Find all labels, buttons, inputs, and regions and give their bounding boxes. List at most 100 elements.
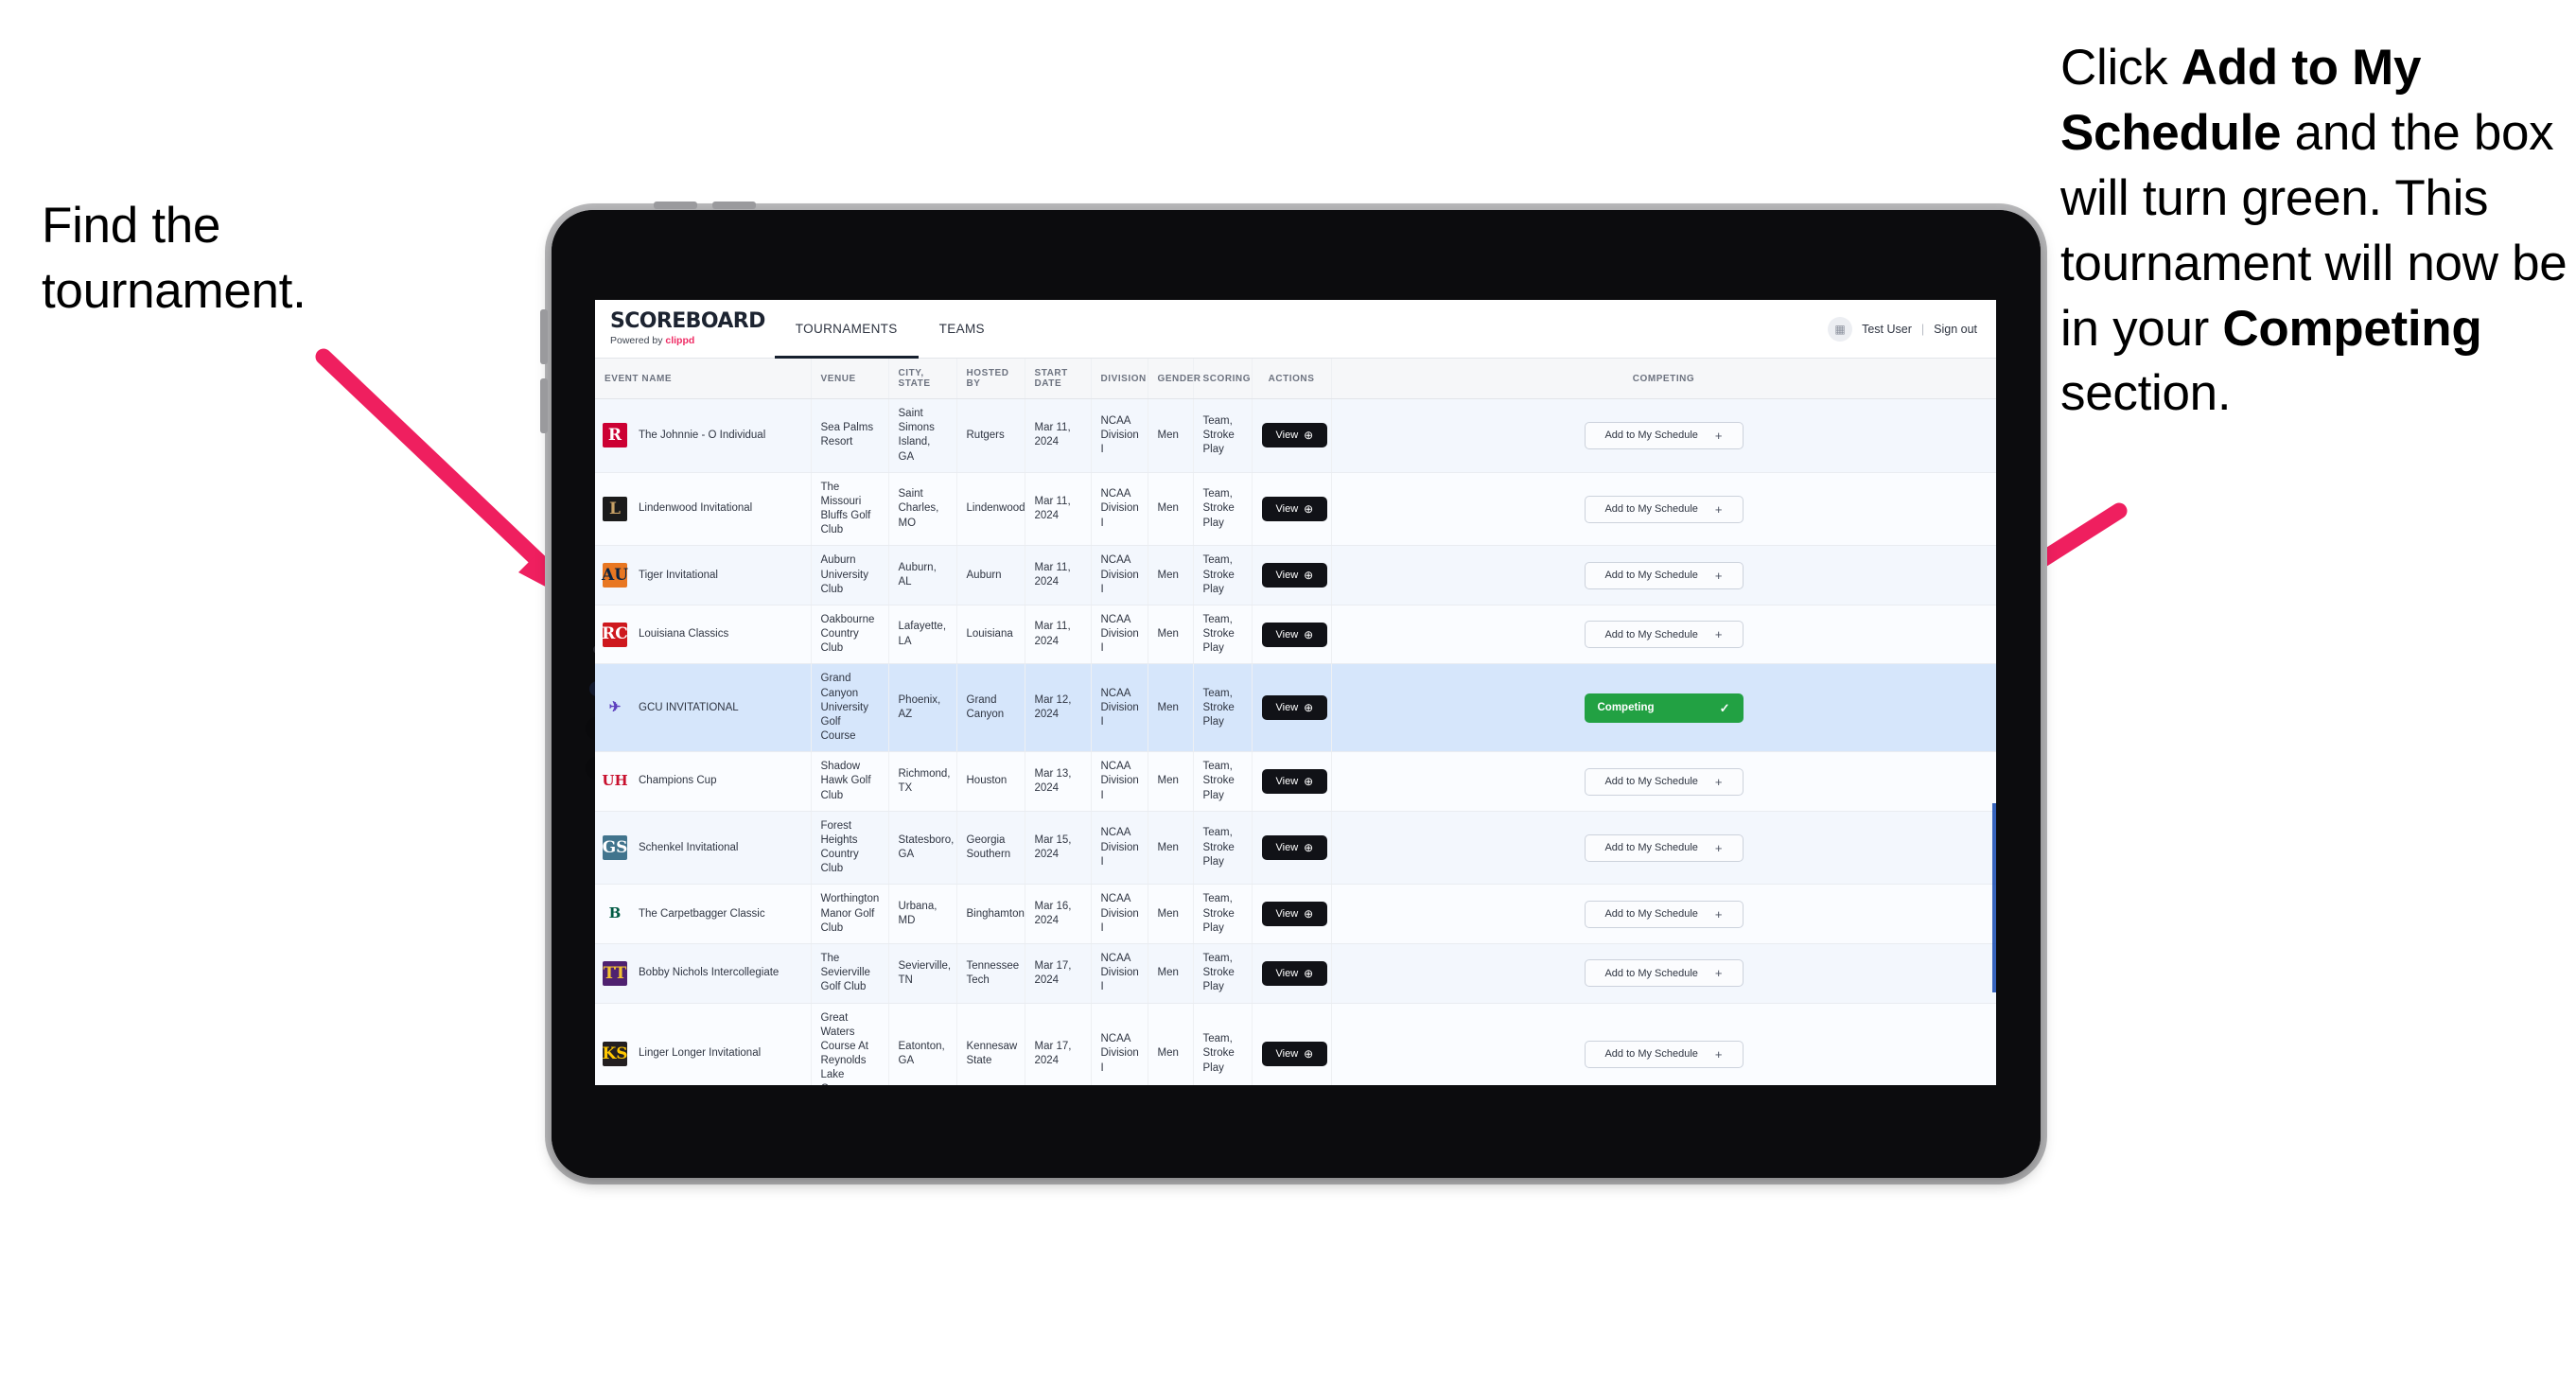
sign-out-link[interactable]: Sign out: [1934, 323, 1977, 336]
tab-teams-label: TEAMS: [938, 322, 985, 336]
col-start-date[interactable]: START DATE: [1025, 359, 1092, 399]
table-row[interactable]: AU Tiger Invitational Auburn University Cl…: [595, 545, 1996, 605]
table-row[interactable]: UH Champions Cup Shadow Hawk Golf Club Rich…: [595, 751, 1996, 812]
cell-hosted-by: Louisiana: [956, 605, 1025, 665]
cell-scoring: Team, Stroke Play: [1193, 1003, 1253, 1085]
add-to-my-schedule-button[interactable]: Add to My Schedule +: [1584, 833, 1744, 862]
competing-button[interactable]: Competing ✓: [1584, 693, 1744, 723]
cell-division: NCAA Division I: [1091, 943, 1148, 1004]
view-button[interactable]: View ⊕: [1261, 769, 1328, 795]
cell-actions: View ⊕: [1252, 884, 1332, 944]
cell-division: NCAA Division I: [1091, 398, 1148, 473]
arrow-right-circle-icon: ⊕: [1304, 627, 1314, 641]
add-to-my-schedule-button[interactable]: Add to My Schedule +: [1584, 959, 1744, 988]
col-gender[interactable]: GENDER: [1148, 359, 1200, 399]
add-to-my-schedule-label: Add to My Schedule: [1604, 628, 1698, 640]
volume-down-button[interactable]: [540, 378, 548, 433]
cell-venue: Worthington Manor Golf Club: [811, 884, 889, 944]
brand-logo[interactable]: SCOREBOARD Powered by clippd: [595, 300, 775, 358]
cell-scoring: Team, Stroke Play: [1193, 398, 1253, 473]
volume-up-button[interactable]: [540, 309, 548, 364]
cell-actions: View ⊕: [1252, 811, 1332, 886]
app-screen: SCOREBOARD Powered by clippd TOURNAMENTS…: [595, 300, 1996, 1085]
view-button[interactable]: View ⊕: [1261, 960, 1328, 986]
table-row[interactable]: KS Linger Longer Invitational Great Waters…: [595, 1003, 1996, 1085]
cell-start-date: Mar 11, 2024: [1025, 605, 1092, 665]
header-spacer: [1006, 300, 1828, 358]
tab-tournaments[interactable]: TOURNAMENTS: [774, 300, 919, 359]
view-button[interactable]: View ⊕: [1261, 1042, 1328, 1067]
annotation-right-part1: Click: [2060, 40, 2182, 96]
col-hosted-by[interactable]: HOSTED BY: [956, 359, 1025, 399]
cell-actions: View ⊕: [1252, 943, 1332, 1004]
tournaments-table-container[interactable]: EVENT NAME VENUE CITY, STATE HOSTED BY S…: [595, 359, 1996, 1085]
cell-city-state: Statesboro, GA: [888, 811, 957, 886]
cell-hosted-by: Georgia Southern: [956, 811, 1025, 886]
annotation-left-line1: Find the: [42, 198, 221, 254]
view-button[interactable]: View ⊕: [1261, 423, 1328, 448]
add-to-my-schedule-label: Add to My Schedule: [1604, 908, 1698, 921]
vertical-scrollbar[interactable]: [1992, 803, 1996, 992]
tab-teams[interactable]: TEAMS: [919, 300, 1006, 358]
view-button[interactable]: View ⊕: [1261, 835, 1328, 861]
cell-event-name: TT Bobby Nichols Intercollegiate: [595, 943, 812, 1004]
table-row[interactable]: ✈ GCU INVITATIONAL Grand Canyon University…: [595, 663, 1996, 753]
add-to-my-schedule-label: Add to My Schedule: [1604, 570, 1698, 582]
event-name-label: Tiger Invitational: [639, 569, 718, 581]
cell-event-name: L Lindenwood Invitational: [595, 472, 812, 547]
top-button-b[interactable]: [712, 202, 756, 209]
cell-competing: Competing ✓: [1331, 663, 1996, 753]
cell-scoring: Team, Stroke Play: [1193, 545, 1253, 605]
annotation-left: Find the tournament.: [42, 194, 448, 325]
view-button-label: View: [1275, 702, 1299, 714]
cell-hosted-by: Lindenwood: [956, 472, 1025, 547]
add-to-my-schedule-button[interactable]: Add to My Schedule +: [1584, 561, 1744, 589]
app-header: SCOREBOARD Powered by clippd TOURNAMENTS…: [595, 300, 1996, 359]
view-button[interactable]: View ⊕: [1261, 622, 1328, 647]
cell-gender: Men: [1148, 943, 1194, 1004]
event-name-label: The Johnnie - O Individual: [639, 429, 766, 441]
cell-competing: Add to My Schedule +: [1331, 472, 1996, 547]
view-button-label: View: [1275, 967, 1299, 979]
add-to-my-schedule-button[interactable]: Add to My Schedule +: [1584, 495, 1744, 523]
cell-actions: View ⊕: [1252, 1003, 1332, 1085]
team-logo-icon: L: [603, 497, 627, 522]
cell-event-name: B The Carpetbagger Classic: [595, 884, 812, 944]
col-scoring[interactable]: SCORING: [1193, 359, 1253, 399]
view-button[interactable]: View ⊕: [1261, 695, 1328, 721]
add-to-my-schedule-button[interactable]: Add to My Schedule +: [1584, 1040, 1744, 1068]
col-division[interactable]: DIVISION: [1091, 359, 1148, 399]
view-button[interactable]: View ⊕: [1261, 563, 1328, 588]
table-row[interactable]: L Lindenwood Invitational The Missouri Blu…: [595, 472, 1996, 547]
add-to-my-schedule-button[interactable]: Add to My Schedule +: [1584, 767, 1744, 796]
col-city-state[interactable]: CITY, STATE: [888, 359, 957, 399]
team-logo-icon: ✈: [608, 698, 622, 716]
table-row[interactable]: TT Bobby Nichols Intercollegiate The Sevie…: [595, 943, 1996, 1004]
cell-city-state: Richmond, TX: [888, 751, 957, 812]
add-to-my-schedule-button[interactable]: Add to My Schedule +: [1584, 900, 1744, 928]
cell-event-name: R The Johnnie - O Individual: [595, 398, 812, 473]
add-to-my-schedule-button[interactable]: Add to My Schedule +: [1584, 621, 1744, 649]
cell-actions: View ⊕: [1252, 545, 1332, 605]
table-row[interactable]: R The Johnnie - O Individual Sea Palms Res…: [595, 398, 1996, 473]
user-avatar-icon[interactable]: ▦: [1828, 316, 1853, 342]
cell-start-date: Mar 15, 2024: [1025, 811, 1092, 886]
cell-city-state: Saint Simons Island, GA: [888, 398, 957, 473]
cell-actions: View ⊕: [1252, 472, 1332, 547]
view-button[interactable]: View ⊕: [1261, 902, 1328, 927]
brand-title: SCOREBOARD: [610, 309, 765, 334]
competing-button-label: Competing: [1597, 702, 1655, 714]
cell-start-date: Mar 12, 2024: [1025, 663, 1092, 753]
table-row[interactable]: B The Carpetbagger Classic Worthington Man…: [595, 884, 1996, 944]
view-button[interactable]: View ⊕: [1261, 497, 1328, 522]
col-event-name[interactable]: EVENT NAME: [595, 359, 812, 399]
cell-gender: Men: [1148, 545, 1194, 605]
col-venue[interactable]: VENUE: [811, 359, 889, 399]
top-button-a[interactable]: [654, 202, 697, 209]
table-row[interactable]: GS Schenkel Invitational Forest Heights Co…: [595, 811, 1996, 886]
event-name-label: GCU INVITATIONAL: [639, 701, 739, 713]
table-row[interactable]: RC Louisiana Classics Oakbourne Country Cl…: [595, 605, 1996, 665]
cell-competing: Add to My Schedule +: [1331, 943, 1996, 1004]
cell-city-state: Saint Charles, MO: [888, 472, 957, 547]
add-to-my-schedule-button[interactable]: Add to My Schedule +: [1584, 421, 1744, 449]
